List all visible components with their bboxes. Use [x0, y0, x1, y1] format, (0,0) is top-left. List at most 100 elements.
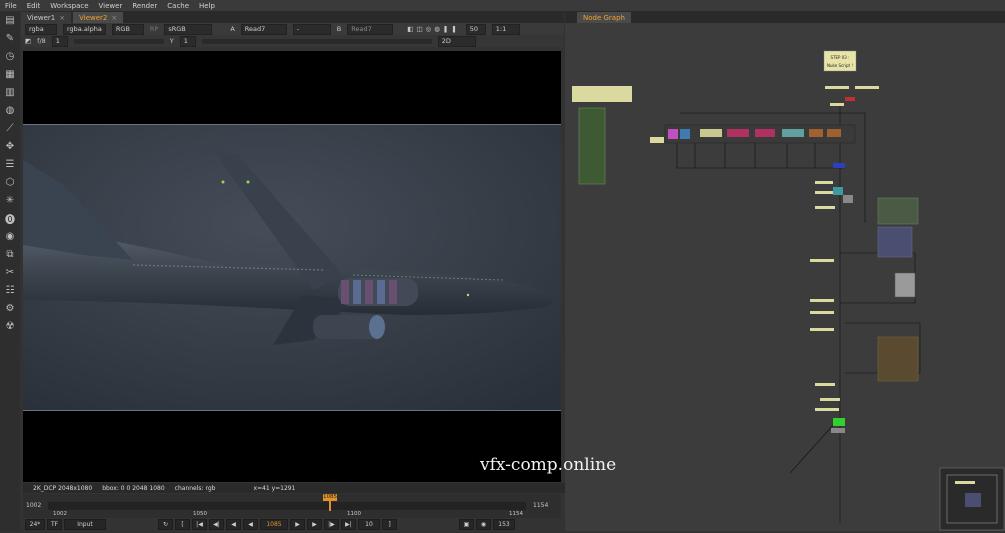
- draw-icon[interactable]: ⟋: [0, 119, 20, 137]
- node-teal: [782, 129, 804, 137]
- plugin-icon[interactable]: ⚙: [0, 299, 20, 317]
- menu-edit[interactable]: Edit: [22, 2, 46, 10]
- 3d-icon[interactable]: ⬡: [0, 173, 20, 191]
- backdrop-node: [572, 86, 632, 102]
- gain-icon[interactable]: ◩: [25, 37, 31, 45]
- proxy-dropdown[interactable]: 1:1: [491, 23, 520, 35]
- gamma-slider[interactable]: [201, 38, 432, 44]
- input-b-dropdown[interactable]: Read7: [347, 23, 394, 35]
- close-icon[interactable]: ×: [111, 14, 117, 22]
- step03-title: STEP 03 :: [831, 55, 850, 60]
- channels-info: channels: rgb: [174, 484, 216, 492]
- compare-dropdown[interactable]: -: [292, 23, 331, 35]
- close-icon[interactable]: ×: [59, 14, 65, 22]
- tools-icon[interactable]: ✂: [0, 263, 20, 281]
- range-dropdown[interactable]: Input: [64, 519, 106, 530]
- input-a-dropdown[interactable]: Read7: [240, 23, 287, 35]
- layer-dropdown[interactable]: rgba: [25, 23, 57, 35]
- node-pink: [668, 129, 678, 139]
- overlay-icons[interactable]: ◧◫◎◍❚❚: [407, 25, 460, 33]
- tab-node-graph[interactable]: Node Graph: [577, 12, 631, 23]
- in-point-icon[interactable]: [: [175, 519, 190, 530]
- timeline-start: 1002: [26, 502, 42, 509]
- input-a-label: A: [230, 25, 235, 33]
- menu-cache[interactable]: Cache: [162, 2, 194, 10]
- particles-icon[interactable]: ✳: [0, 191, 20, 209]
- fps-field[interactable]: 24*: [25, 519, 45, 530]
- current-frame-marker[interactable]: 1085: [323, 494, 337, 501]
- colorspace-dropdown[interactable]: sRGB: [164, 23, 213, 35]
- node-grey-big: [894, 272, 916, 298]
- zoom-dropdown[interactable]: 50: [465, 23, 486, 35]
- monitor-icon[interactable]: ▣: [459, 519, 474, 530]
- step-forward-icon[interactable]: ▶: [307, 519, 322, 530]
- play-backward-icon[interactable]: ◀: [243, 519, 258, 530]
- increment-field[interactable]: 10: [358, 519, 380, 530]
- y-label: Y: [169, 37, 174, 45]
- merge-icon[interactable]: ⧉: [0, 245, 20, 263]
- menu-file[interactable]: File: [0, 2, 22, 10]
- tick-label: 1154: [509, 511, 523, 517]
- first-frame-icon[interactable]: |◀: [192, 519, 207, 530]
- brush-icon[interactable]: ✎: [0, 29, 20, 47]
- other-icon[interactable]: ☷: [0, 281, 20, 299]
- step03-subtitle: Nuke Script !: [827, 63, 853, 68]
- menu-help[interactable]: Help: [194, 2, 220, 10]
- node-merge: [833, 187, 843, 195]
- out-point-icon[interactable]: ]: [382, 519, 397, 530]
- input-b-label: B: [336, 25, 342, 33]
- step-back-icon[interactable]: ◀: [226, 519, 241, 530]
- viewer-viewport[interactable]: [23, 51, 561, 482]
- gain-slider[interactable]: [73, 38, 164, 44]
- play-icon[interactable]: ▶: [290, 519, 305, 530]
- tab-viewer1[interactable]: Viewer1 ×: [21, 12, 72, 23]
- loop-icon[interactable]: ↻: [158, 519, 173, 530]
- prev-key-icon[interactable]: ◀|: [209, 519, 224, 530]
- keyer-icon[interactable]: ⓿: [0, 209, 20, 227]
- current-frame-field[interactable]: 1085: [260, 519, 288, 530]
- channel-dropdown[interactable]: RGB: [111, 23, 144, 35]
- frame-field[interactable]: 1: [51, 35, 68, 47]
- color-icon[interactable]: ◍: [0, 101, 20, 119]
- watermark-text: vfx-comp.online: [480, 455, 617, 475]
- tick-label: 1100: [347, 511, 361, 517]
- step03-backdrop: [823, 50, 857, 72]
- record-icon[interactable]: ◉: [476, 519, 491, 530]
- last-frame-icon[interactable]: ▶|: [341, 519, 356, 530]
- gamma-field[interactable]: 1: [179, 35, 196, 47]
- node-viewer: [831, 428, 845, 433]
- transport-bar: 24* TF Input ↻ [ |◀ ◀| ◀ ◀ 1085 ▶ ▶ |▶ ▶…: [23, 518, 563, 531]
- layout-icon[interactable]: ▤: [0, 11, 20, 29]
- format-info: 2K_DCP 2048x1080: [33, 484, 93, 492]
- view-mode-dropdown[interactable]: 2D: [437, 35, 476, 47]
- alpha-dropdown[interactable]: rgba.alpha: [63, 23, 106, 35]
- menu-viewer[interactable]: Viewer: [94, 2, 128, 10]
- layers-icon[interactable]: ☰: [0, 155, 20, 173]
- viewer-info-bar: 2K_DCP 2048x1080 bbox: 0 0 2048 1080 cha…: [23, 483, 571, 493]
- node-graph-tabs: Node Graph: [565, 11, 1005, 23]
- tab-viewer2[interactable]: Viewer2 ×: [73, 12, 124, 23]
- tick-label: 1002: [53, 511, 67, 517]
- node-blue-dot: [833, 163, 845, 168]
- filter-icon[interactable]: ▦: [0, 65, 20, 83]
- tab-viewer1-label: Viewer1: [27, 13, 56, 22]
- end-frame-field[interactable]: 153: [493, 519, 515, 530]
- nuke-logo-icon[interactable]: ☢: [0, 317, 20, 335]
- node-graph-panel[interactable]: Node Graph STEP 03 : Nuke Script !: [565, 11, 1005, 531]
- next-key-icon[interactable]: |▶: [324, 519, 339, 530]
- node-graph-canvas[interactable]: STEP 03 : Nuke Script !: [565, 23, 1005, 531]
- timeline[interactable]: 1002 1154 1002 1050 1100 1154 1085: [23, 494, 561, 518]
- eye-icon[interactable]: ◉: [0, 227, 20, 245]
- menu-render[interactable]: Render: [127, 2, 162, 10]
- timecode-dropdown[interactable]: TF: [47, 519, 62, 530]
- transform-icon[interactable]: ✥: [0, 137, 20, 155]
- node-orange: [809, 129, 823, 137]
- time-icon[interactable]: ◷: [0, 47, 20, 65]
- channel-icon[interactable]: ▥: [0, 83, 20, 101]
- viewer-panel: Viewer1 × Viewer2 × rgba rgba.alpha RGB RP…: [21, 11, 571, 531]
- fstop-label: f/8: [37, 37, 46, 45]
- timeline-track[interactable]: [48, 502, 526, 510]
- playhead[interactable]: [329, 501, 331, 511]
- menu-workspace[interactable]: Workspace: [45, 2, 93, 10]
- tick-label: 1050: [193, 511, 207, 517]
